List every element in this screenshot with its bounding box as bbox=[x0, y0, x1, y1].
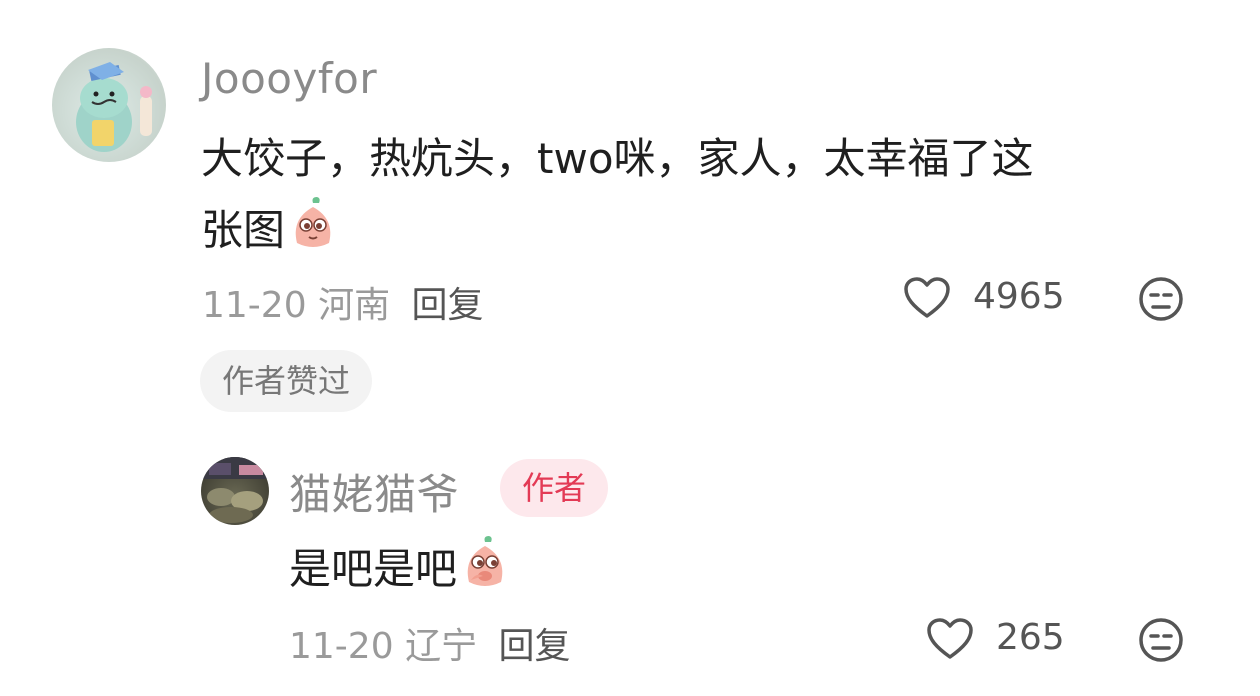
comment-location: 河南 bbox=[318, 285, 391, 326]
comment-date: 11-20 bbox=[202, 285, 307, 326]
author-badge: 作者 bbox=[500, 459, 609, 517]
reply-meta: 11-20 辽宁 回复 bbox=[289, 617, 571, 669]
giggling-peach-emoji-icon bbox=[457, 536, 513, 608]
heart-icon bbox=[904, 277, 950, 318]
unamused-face-icon bbox=[1139, 618, 1183, 662]
reply-date: 11-20 bbox=[289, 626, 394, 667]
reply-dislike-button[interactable] bbox=[1138, 617, 1184, 667]
reply-button[interactable]: 回复 bbox=[412, 285, 484, 326]
like-button[interactable] bbox=[903, 276, 951, 324]
comment-meta: 11-20 河南 回复 bbox=[202, 276, 484, 328]
dislike-button[interactable] bbox=[1138, 276, 1184, 326]
heart-icon bbox=[927, 618, 973, 659]
comment-text-line-1: 大饺子，热炕头，two咪，家人，太幸福了这 bbox=[201, 134, 1034, 183]
unamused-face-icon bbox=[1139, 277, 1183, 321]
like-count: 4965 bbox=[973, 276, 1065, 317]
photo-avatar-icon bbox=[201, 457, 269, 523]
liked-by-author-chip: 作者赞过 bbox=[200, 350, 373, 412]
reply-text: 是吧是吧 bbox=[289, 536, 513, 608]
comment-text-line-2: 张图 bbox=[201, 197, 341, 269]
comment-text-line-2-words: 张图 bbox=[201, 205, 286, 255]
reply-text-words: 是吧是吧 bbox=[289, 544, 458, 594]
avatar[interactable] bbox=[52, 48, 166, 162]
dinosaur-plush-avatar-icon bbox=[76, 62, 152, 152]
reply-like-button[interactable] bbox=[926, 617, 974, 665]
shy-peach-emoji-icon bbox=[285, 197, 341, 269]
reply-like-count: 265 bbox=[996, 617, 1065, 658]
reply-author-name[interactable]: 猫姥猫爷 bbox=[289, 461, 459, 522]
reply-location: 辽宁 bbox=[405, 626, 478, 667]
reply-reply-button[interactable]: 回复 bbox=[499, 626, 571, 667]
comment-author-name[interactable]: Joooyfor bbox=[201, 54, 377, 103]
reply-avatar[interactable] bbox=[201, 457, 269, 525]
